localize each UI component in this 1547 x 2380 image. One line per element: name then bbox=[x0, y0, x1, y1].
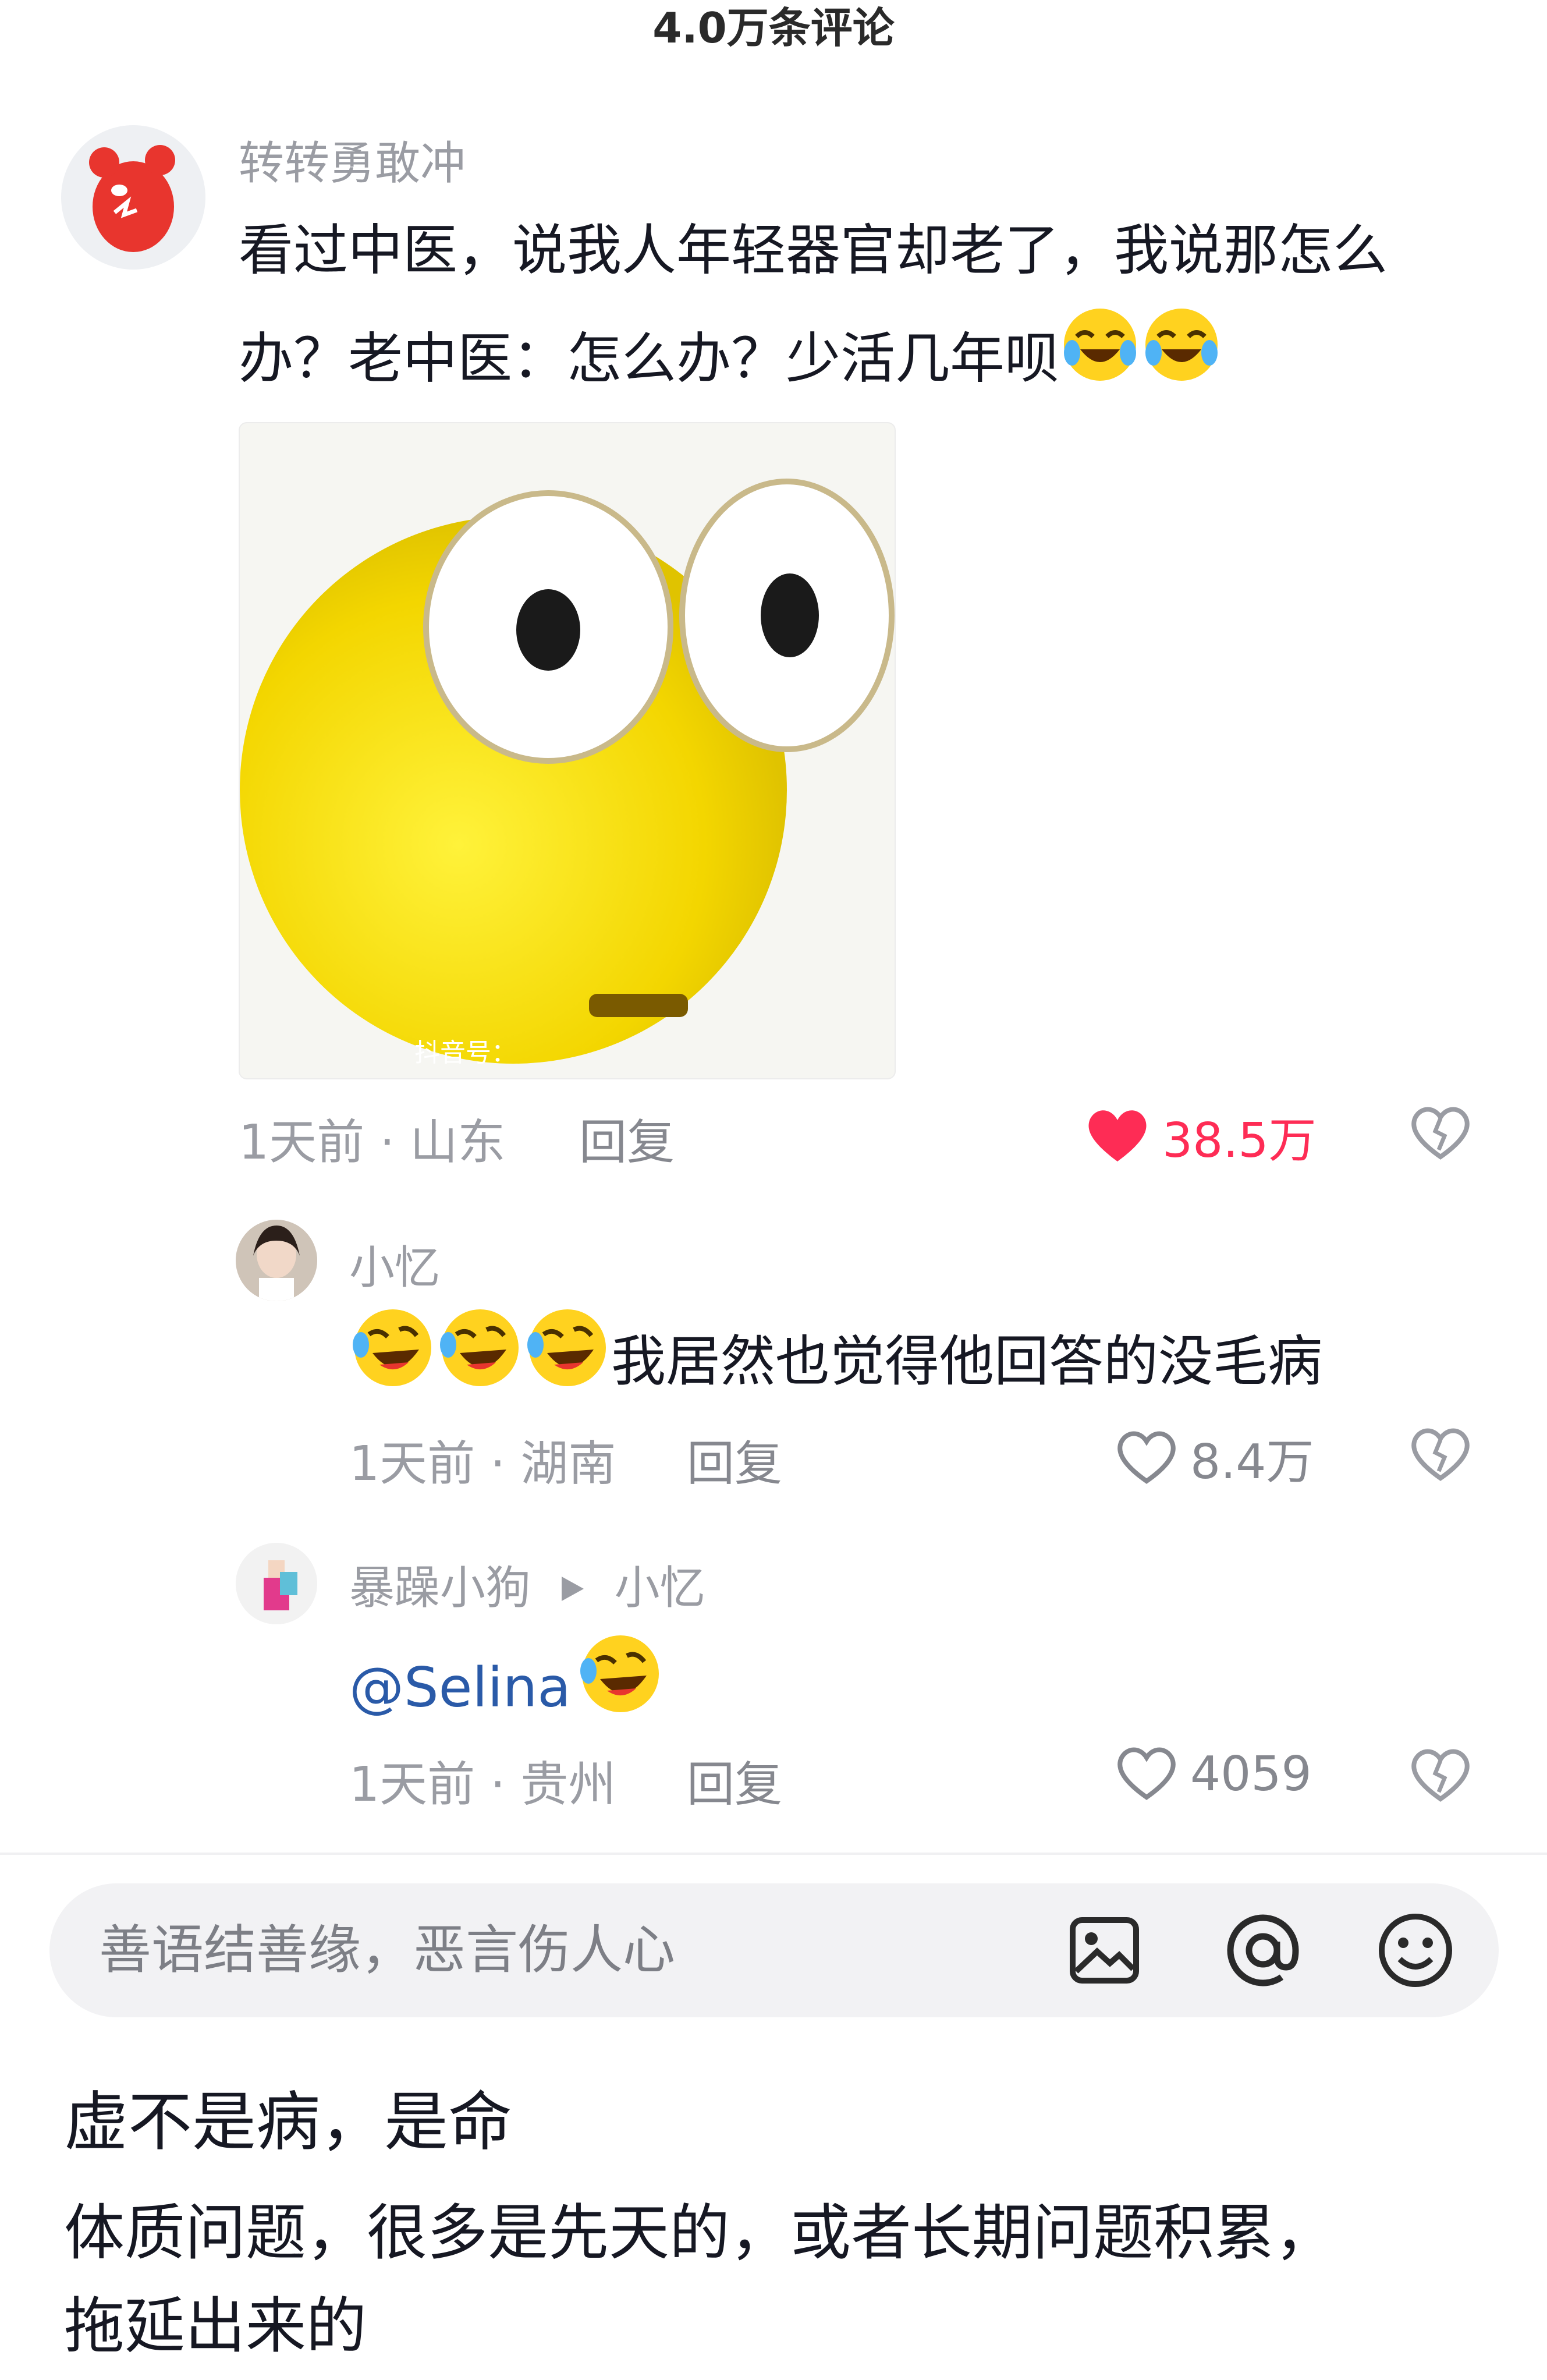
heart-outline-icon bbox=[1115, 1428, 1179, 1488]
reply-location: 贵州 bbox=[520, 1757, 616, 1812]
like-button[interactable]: 8.4万 bbox=[1115, 1423, 1314, 1492]
dislike-icon[interactable] bbox=[1408, 1103, 1473, 1164]
meta-separator: · bbox=[490, 1757, 521, 1812]
comment-username[interactable]: 转转勇敢冲 bbox=[239, 127, 466, 192]
rolling-laugh-emoji bbox=[524, 1304, 611, 1420]
meta-separator: · bbox=[379, 1115, 410, 1170]
comment-text-line-2: 办？老中医：怎么办？少活几年呗 bbox=[239, 304, 1507, 420]
caption-body: 体质问题，很多是先天的，或者长期问题积累， 拖延出来的 bbox=[64, 2186, 1507, 2372]
reply-location: 湖南 bbox=[520, 1436, 616, 1492]
rolling-laugh-emoji bbox=[349, 1304, 437, 1420]
caption-body-line-1: 体质问题，很多是先天的，或者长期问题积累， bbox=[64, 2197, 1336, 2268]
meta-separator: · bbox=[490, 1436, 521, 1492]
like-button[interactable]: 4059 bbox=[1115, 1744, 1312, 1804]
like-button[interactable]: 38.5万 bbox=[1085, 1102, 1317, 1171]
dislike-icon[interactable] bbox=[1408, 1425, 1473, 1485]
like-count: 8.4万 bbox=[1190, 1435, 1314, 1490]
reply-username[interactable]: 暴躁小狗 bbox=[349, 1562, 531, 1614]
reply-time: 1天前 bbox=[349, 1757, 476, 1812]
reply-button[interactable]: 回复 bbox=[687, 1745, 782, 1815]
comment-text-line-2-text: 办？老中医：怎么办？少活几年呗 bbox=[239, 327, 1060, 391]
heart-outline-icon bbox=[1115, 1744, 1179, 1804]
heart-filled-icon bbox=[1085, 1106, 1149, 1167]
like-count: 38.5万 bbox=[1162, 1113, 1317, 1168]
like-count: 4059 bbox=[1190, 1746, 1312, 1802]
comment-location: 山东 bbox=[410, 1115, 506, 1170]
comment-text: 看过中医，说我人年轻器官却老了，我说那怎么 办？老中医：怎么办？少活几年呗 bbox=[239, 198, 1507, 420]
caption-title: 虚不是病，是命 bbox=[64, 2085, 512, 2159]
reply-text: 我居然也觉得他回答的没毛病 bbox=[349, 1304, 1322, 1420]
reply-time-location: 1天前 · 湖南 bbox=[349, 1425, 616, 1494]
rolling-laugh-emoji bbox=[577, 1630, 664, 1746]
caption-body-line-2: 拖延出来的 bbox=[64, 2290, 367, 2361]
reply-text-content: 我居然也觉得他回答的没毛病 bbox=[611, 1330, 1323, 1394]
reply-username[interactable]: 小忆 bbox=[349, 1231, 440, 1297]
comment-count-header: 4.0万条评论 bbox=[652, 3, 895, 52]
avatar[interactable] bbox=[236, 1543, 317, 1624]
reply-arrow-icon bbox=[559, 1562, 586, 1614]
image-watermark: 抖音号： bbox=[414, 1038, 517, 1068]
divider bbox=[0, 1853, 1547, 1855]
reply-to-username[interactable]: 小忆 bbox=[615, 1562, 705, 1614]
at-icon[interactable] bbox=[1225, 1912, 1301, 1991]
reply-time-location: 1天前 · 贵州 bbox=[349, 1745, 616, 1815]
mention-link[interactable]: @Selina bbox=[349, 1656, 571, 1720]
comment-time: 1天前 bbox=[239, 1115, 365, 1170]
reply-button[interactable]: 回复 bbox=[579, 1103, 675, 1173]
comment-text-line-1: 看过中医，说我人年轻器官却老了，我说那怎么 bbox=[239, 219, 1388, 282]
reply-time: 1天前 bbox=[349, 1436, 476, 1492]
rolling-laugh-emoji bbox=[437, 1304, 524, 1420]
emoji-icon[interactable] bbox=[1376, 1911, 1454, 1992]
crying-laugh-emoji bbox=[1059, 304, 1141, 420]
image-icon[interactable] bbox=[1068, 1915, 1141, 1988]
reply-text: @Selina bbox=[349, 1630, 664, 1746]
comment-input[interactable]: 善语结善缘，恶言伤人心 bbox=[99, 1883, 675, 2017]
comment-time-location: 1天前 · 山东 bbox=[239, 1103, 505, 1173]
comment-image[interactable]: 抖音号： bbox=[239, 422, 896, 1079]
reply-username-line: 暴躁小狗 小忆 bbox=[349, 1552, 705, 1617]
reply-button[interactable]: 回复 bbox=[687, 1425, 782, 1494]
crying-laugh-emoji bbox=[1141, 304, 1222, 420]
comment-input-bar[interactable]: 善语结善缘，恶言伤人心 bbox=[49, 1883, 1499, 2017]
avatar[interactable] bbox=[61, 125, 205, 270]
dislike-icon[interactable] bbox=[1408, 1745, 1473, 1806]
avatar[interactable] bbox=[236, 1220, 317, 1301]
